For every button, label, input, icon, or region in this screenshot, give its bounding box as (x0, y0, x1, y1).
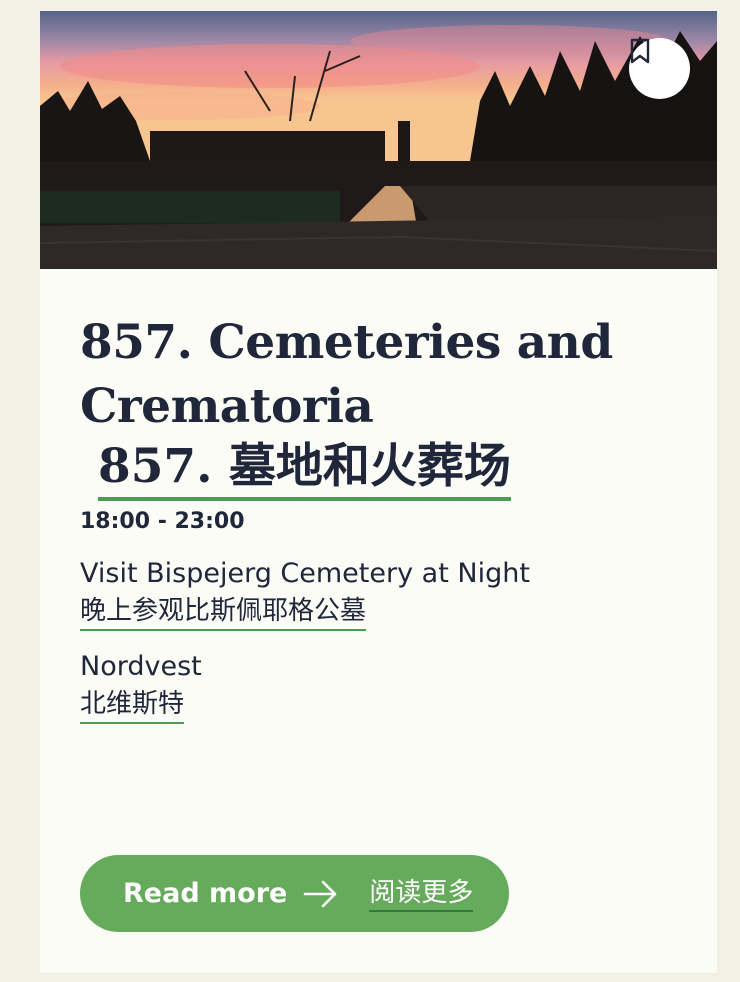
event-title-translation[interactable]: 857. 墓地和火葬场 (98, 439, 511, 501)
bookmark-icon (630, 38, 650, 64)
arrow-right-icon (304, 880, 337, 907)
hero-image (40, 11, 717, 269)
event-description: Visit Bispejerg Cemetery at Night (80, 558, 530, 589)
event-card: 857. Cemeteries and Crematoria 857. 墓地和火… (40, 11, 717, 973)
bookmark-button[interactable] (629, 38, 690, 99)
event-title: 857. Cemeteries and Crematoria (80, 315, 613, 434)
read-more-button[interactable]: Read more 阅读更多 (80, 855, 509, 932)
read-more-translation[interactable]: 阅读更多 (369, 876, 474, 912)
read-more-label: Read more (123, 878, 288, 909)
event-location: Nordvest (80, 651, 202, 682)
event-time: 18:00 - 23:00 (80, 509, 245, 534)
sunset-cemetery-photo (40, 11, 717, 269)
card-content: 857. Cemeteries and Crematoria 857. 墓地和火… (80, 311, 680, 724)
event-description-translation[interactable]: 晚上参观比斯佩耶格公墓 (80, 593, 367, 631)
event-location-translation[interactable]: 北维斯特 (80, 686, 185, 724)
